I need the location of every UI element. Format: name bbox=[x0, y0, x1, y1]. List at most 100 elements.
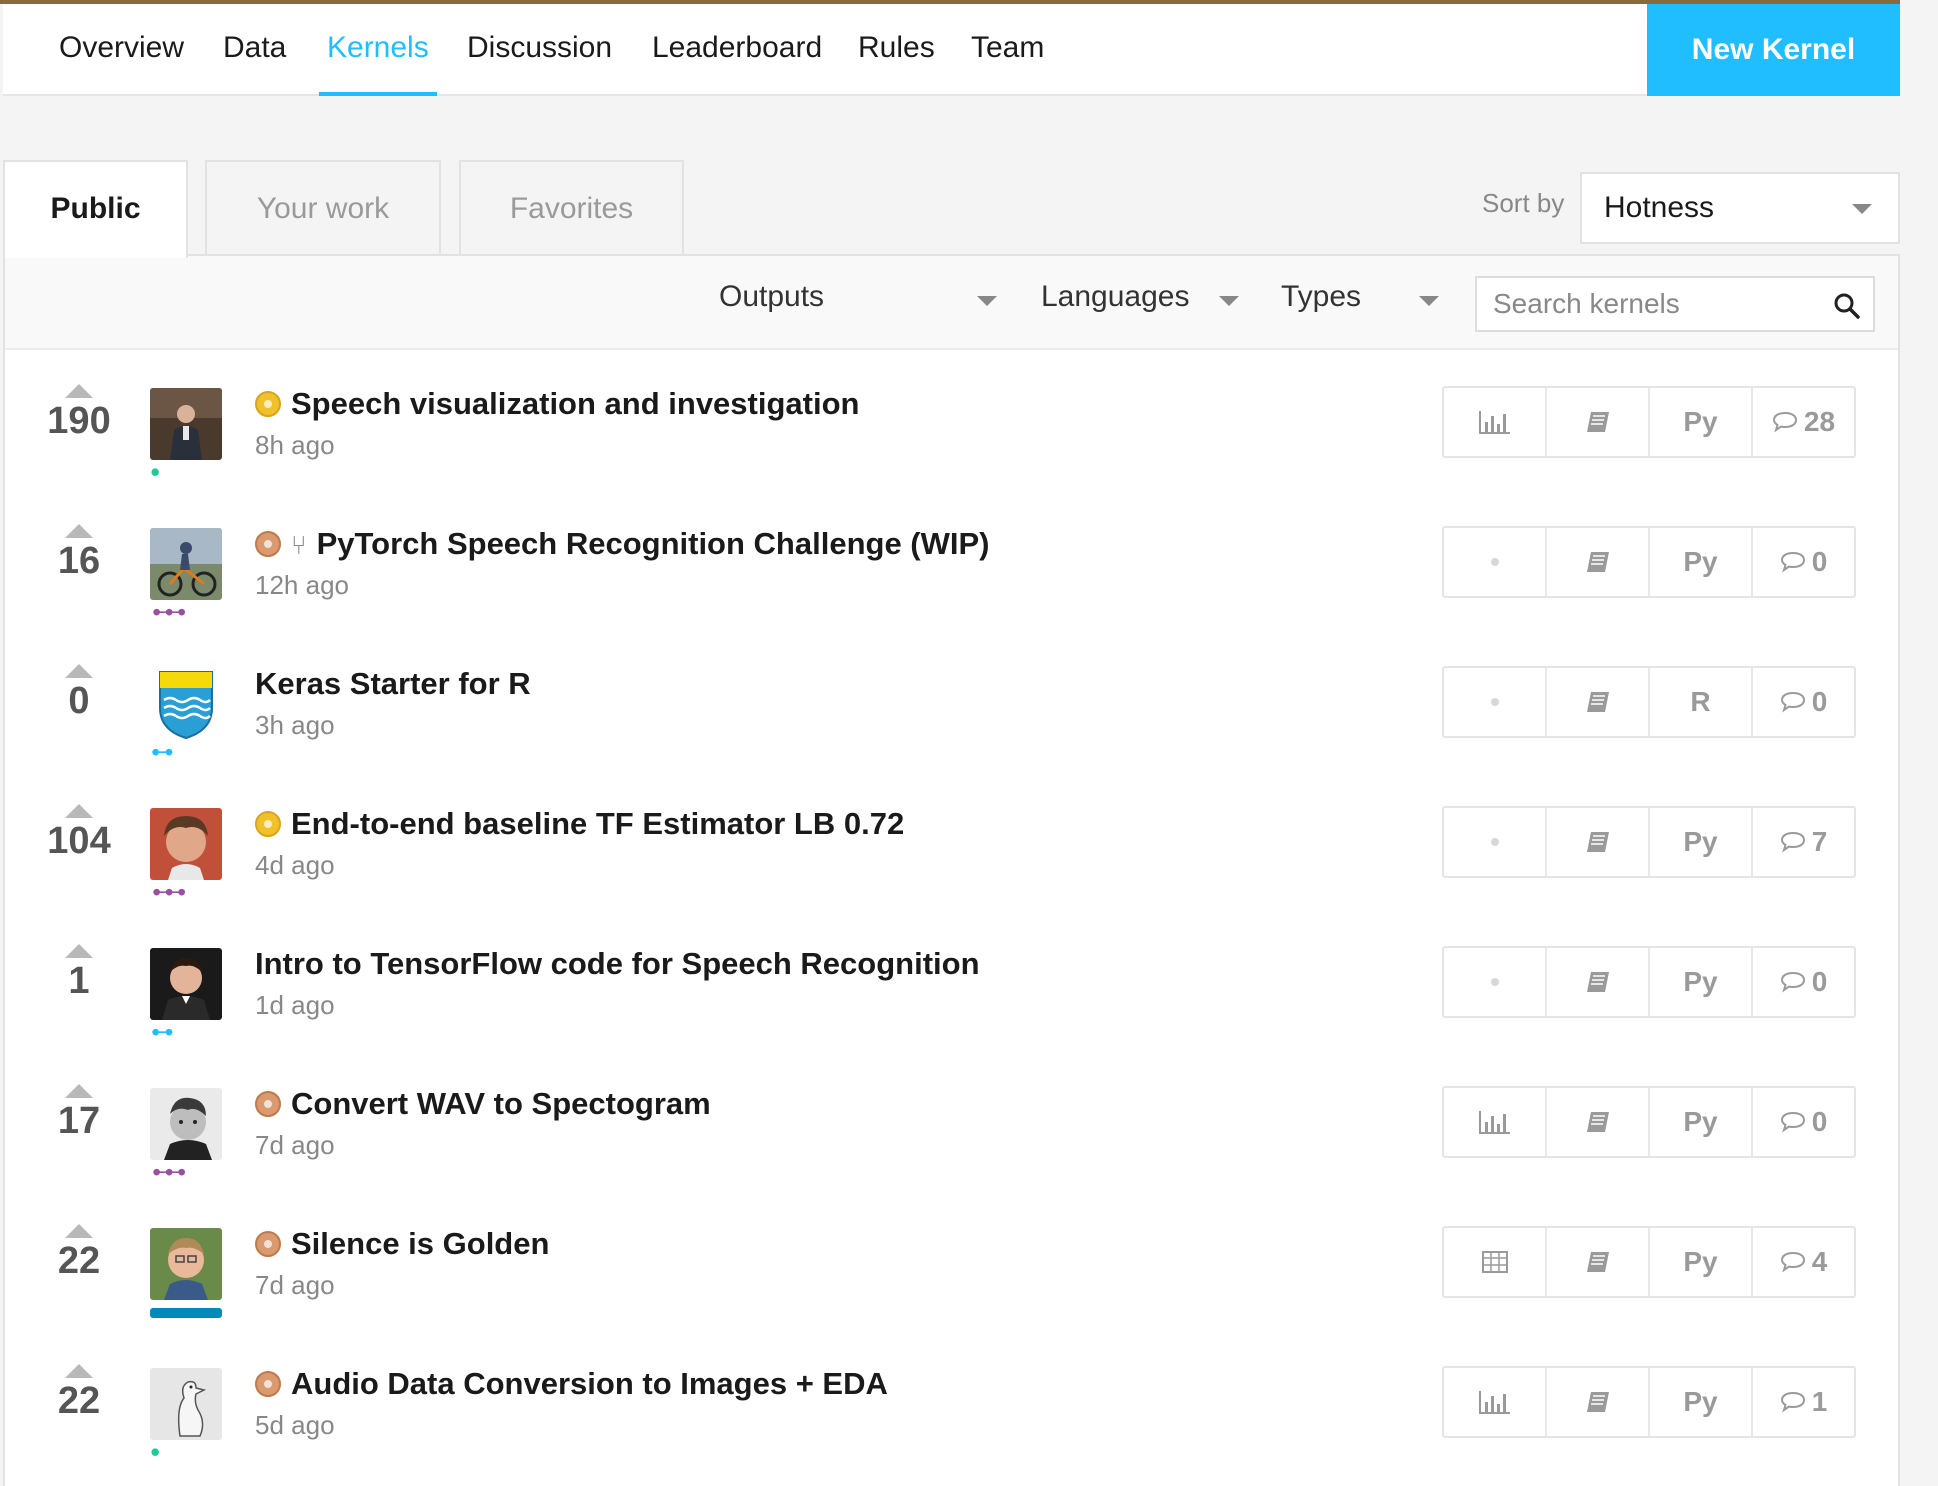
notebook-icon bbox=[1586, 692, 1609, 712]
output-chart[interactable] bbox=[1444, 388, 1547, 456]
chevron-down-icon bbox=[977, 296, 997, 306]
vote-widget: 1 bbox=[27, 924, 131, 1004]
language-badge[interactable]: Py bbox=[1650, 1088, 1753, 1156]
avatar[interactable] bbox=[150, 1368, 222, 1440]
vote-count: 190 bbox=[47, 400, 111, 442]
language-badge[interactable]: Py bbox=[1650, 528, 1753, 596]
notebook-type[interactable] bbox=[1547, 388, 1650, 456]
kernel-meta: Py 0 bbox=[1442, 946, 1856, 1018]
tier-indicator-icon bbox=[153, 1168, 185, 1176]
tier-indicator-icon bbox=[152, 1028, 173, 1036]
kernel-title[interactable]: Intro to TensorFlow code for Speech Reco… bbox=[255, 946, 980, 982]
comment-icon bbox=[1780, 1391, 1805, 1413]
vote-widget: 17 bbox=[27, 1064, 131, 1144]
nav-leaderboard[interactable]: Leaderboard bbox=[644, 4, 830, 96]
notebook-icon bbox=[1586, 552, 1609, 572]
types-filter[interactable]: Types bbox=[1281, 280, 1445, 324]
output-chart[interactable] bbox=[1444, 1088, 1547, 1156]
comment-count: 7 bbox=[1811, 826, 1828, 857]
upvote-icon[interactable] bbox=[65, 524, 93, 538]
output-table[interactable] bbox=[1444, 1228, 1547, 1296]
kernel-time: 7d ago bbox=[255, 1130, 335, 1160]
search-icon[interactable] bbox=[1833, 292, 1861, 320]
avatar[interactable] bbox=[150, 528, 222, 600]
comments[interactable]: 4 bbox=[1753, 1228, 1854, 1296]
kernel-title[interactable]: Convert WAV to Spectogram bbox=[255, 1086, 711, 1122]
language-badge[interactable]: Py bbox=[1650, 808, 1753, 876]
kernel-title[interactable]: Keras Starter for R bbox=[255, 666, 531, 702]
avatar[interactable] bbox=[150, 668, 222, 740]
filter-bar: Outputs Languages Types bbox=[5, 256, 1898, 350]
upvote-icon[interactable] bbox=[65, 1364, 93, 1378]
avatar[interactable] bbox=[150, 948, 222, 1020]
chart-icon bbox=[1478, 1111, 1510, 1134]
notebook-type[interactable] bbox=[1547, 668, 1650, 736]
kernel-title[interactable]: End-to-end baseline TF Estimator LB 0.72 bbox=[255, 806, 904, 842]
search-input[interactable] bbox=[1477, 278, 1817, 330]
sort-value: Hotness bbox=[1604, 191, 1715, 224]
sort-by-label: Sort by bbox=[1482, 188, 1565, 218]
comment-icon bbox=[1780, 551, 1805, 573]
comments[interactable]: 1 bbox=[1753, 1368, 1854, 1436]
nav-discussion[interactable]: Discussion bbox=[459, 4, 620, 96]
upvote-icon[interactable] bbox=[65, 1224, 93, 1238]
notebook-type[interactable] bbox=[1547, 808, 1650, 876]
kernel-time: 3h ago bbox=[255, 710, 335, 740]
comments[interactable]: 0 bbox=[1753, 948, 1854, 1016]
upvote-icon[interactable] bbox=[65, 944, 93, 958]
notebook-type[interactable] bbox=[1547, 948, 1650, 1016]
upvote-icon[interactable] bbox=[65, 1084, 93, 1098]
kernel-meta: R 0 bbox=[1442, 666, 1856, 738]
comments[interactable]: 7 bbox=[1753, 808, 1854, 876]
notebook-icon bbox=[1586, 832, 1609, 852]
sort-select[interactable]: Hotness bbox=[1580, 172, 1900, 244]
nav-kernels[interactable]: Kernels bbox=[319, 4, 437, 96]
language-badge[interactable]: Py bbox=[1650, 1228, 1753, 1296]
upvote-icon[interactable] bbox=[65, 664, 93, 678]
tier-indicator-icon bbox=[151, 468, 159, 476]
language-badge[interactable]: Py bbox=[1650, 1368, 1753, 1436]
avatar[interactable] bbox=[150, 1088, 222, 1160]
kernel-time: 12h ago bbox=[255, 570, 349, 600]
comments[interactable]: 28 bbox=[1753, 388, 1854, 456]
kernel-title[interactable]: Audio Data Conversion to Images + EDA bbox=[255, 1366, 888, 1402]
tab-public[interactable]: Public bbox=[3, 160, 188, 258]
nav-data[interactable]: Data bbox=[215, 4, 294, 96]
comments[interactable]: 0 bbox=[1753, 668, 1854, 736]
chevron-down-icon bbox=[1419, 296, 1439, 306]
notebook-type[interactable] bbox=[1547, 528, 1650, 596]
tab-your-work[interactable]: Your work bbox=[205, 160, 441, 256]
nav-rules[interactable]: Rules bbox=[850, 4, 943, 96]
avatar[interactable] bbox=[150, 1228, 222, 1300]
outputs-filter[interactable]: Outputs bbox=[719, 280, 1001, 324]
outputs-filter-label: Outputs bbox=[719, 280, 825, 313]
kernel-title[interactable]: Silence is Golden bbox=[255, 1226, 549, 1262]
tier-indicator-icon bbox=[151, 1448, 159, 1456]
comments[interactable]: 0 bbox=[1753, 528, 1854, 596]
language-badge[interactable]: R bbox=[1650, 668, 1753, 736]
notebook-type[interactable] bbox=[1547, 1228, 1650, 1296]
kernel-meta: Py 0 bbox=[1442, 526, 1856, 598]
kernel-title[interactable]: Speech visualization and investigation bbox=[255, 386, 859, 422]
notebook-type[interactable] bbox=[1547, 1088, 1650, 1156]
gold-medal-icon bbox=[255, 391, 281, 417]
avatar[interactable] bbox=[150, 808, 222, 880]
comments[interactable]: 0 bbox=[1753, 1088, 1854, 1156]
language-badge[interactable]: Py bbox=[1650, 948, 1753, 1016]
language-badge[interactable]: Py bbox=[1650, 388, 1753, 456]
languages-filter[interactable]: Languages bbox=[1041, 280, 1241, 324]
output-none bbox=[1444, 668, 1547, 736]
comment-count: 0 bbox=[1811, 546, 1828, 577]
new-kernel-button[interactable]: New Kernel bbox=[1647, 4, 1900, 96]
kernel-time: 4d ago bbox=[255, 850, 335, 880]
upvote-icon[interactable] bbox=[65, 804, 93, 818]
nav-overview[interactable]: Overview bbox=[51, 4, 192, 96]
nav-team[interactable]: Team bbox=[963, 4, 1052, 96]
upvote-icon[interactable] bbox=[65, 384, 93, 398]
avatar[interactable] bbox=[150, 388, 222, 460]
output-chart[interactable] bbox=[1444, 1368, 1547, 1436]
notebook-type[interactable] bbox=[1547, 1368, 1650, 1436]
tab-favorites[interactable]: Favorites bbox=[459, 160, 684, 256]
kernel-row: 22 Silence is Golden 7d ago Py 4 bbox=[5, 1204, 1898, 1344]
kernel-title[interactable]: ⑂ PyTorch Speech Recognition Challenge (W… bbox=[255, 526, 990, 562]
